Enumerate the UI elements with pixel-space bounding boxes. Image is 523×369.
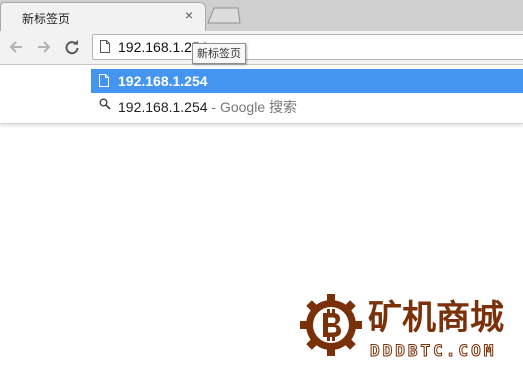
- arrow-left-icon[interactable]: [6, 37, 26, 57]
- suggestion-text: 192.168.1.254: [118, 73, 208, 89]
- address-bar[interactable]: [92, 34, 523, 60]
- toolbar: [0, 31, 523, 65]
- page-icon: [99, 74, 109, 90]
- close-icon[interactable]: ×: [182, 8, 196, 22]
- reload-icon[interactable]: [62, 37, 82, 57]
- tab-title: 新标签页: [22, 12, 71, 26]
- suggestion-url[interactable]: 192.168.1.254: [91, 69, 523, 93]
- watermark-subtitle: DDDBTC.COM: [369, 341, 497, 361]
- page-icon: [100, 40, 110, 56]
- tab-tooltip: 新标签页: [192, 43, 246, 64]
- watermark-title: 矿机商城: [368, 298, 504, 338]
- bitcoin-logo-icon: [300, 294, 362, 356]
- suggestion-text: 192.168.1.254: [118, 99, 208, 115]
- search-icon: [99, 98, 111, 113]
- suggestion-search[interactable]: 192.168.1.254 - Google 搜索: [91, 93, 523, 117]
- suggestion-description: - Google 搜索: [207, 99, 298, 115]
- tab-new-tab[interactable]: 新标签页 ×: [0, 2, 206, 31]
- new-tab-button[interactable]: [207, 7, 241, 24]
- arrow-right-icon[interactable]: [34, 37, 54, 57]
- address-input[interactable]: [118, 38, 418, 56]
- tab-strip: 新标签页 ×: [0, 0, 523, 31]
- omnibox-suggestions: 192.168.1.254 192.168.1.254 - Google 搜索: [0, 65, 523, 124]
- watermark: 矿机商城 DDDBTC.COM: [300, 294, 523, 366]
